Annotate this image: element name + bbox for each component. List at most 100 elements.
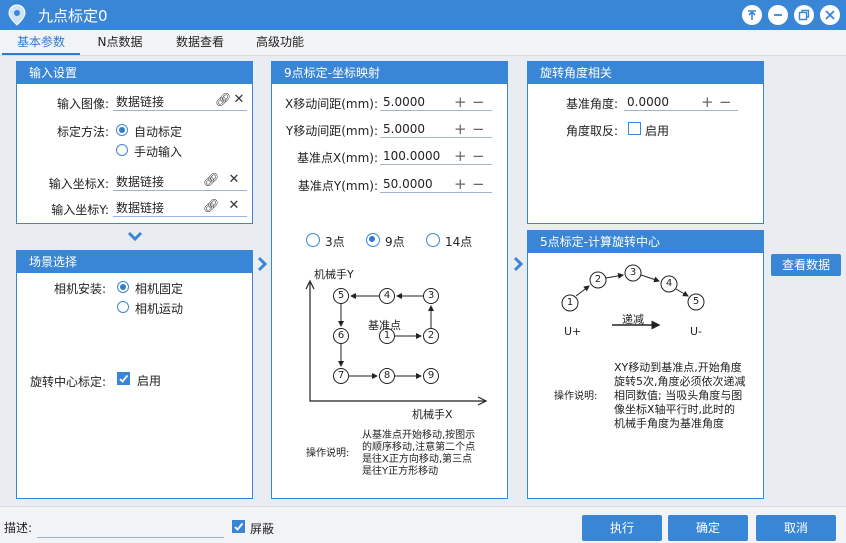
u-plus-label: U+ [564, 325, 582, 338]
clear-icon[interactable]: ✕ [227, 198, 241, 213]
camera-moving-label: 相机运动 [135, 302, 184, 316]
u-minus-label: U- [690, 325, 703, 338]
point-5-label: 5 [692, 296, 700, 307]
fourteen-point-label: 14点 [445, 235, 473, 249]
angle-invert-label: 角度取反: [565, 124, 618, 138]
increment-icon[interactable]: + [454, 122, 467, 137]
auto-calib-label: 自动标定 [134, 125, 183, 139]
nine-point-radio[interactable] [366, 233, 380, 247]
check-icon [234, 522, 244, 531]
execute-button[interactable]: 执行 [582, 515, 662, 541]
nine-point-diagram: 机械手Y 机械手X 基准点 5 4 3 6 1 2 7 8 9 操作说明: 从基… [278, 261, 502, 493]
nine-point-label: 9点 [385, 235, 405, 249]
x-step-label: X移动间距(mm): [284, 97, 378, 111]
point-3-label: 3 [629, 267, 637, 278]
tab-bar: 基本参数 N点数据 数据查看 高级功能 [0, 30, 846, 56]
point-4-label: 4 [383, 290, 391, 301]
point-7-label: 7 [337, 370, 345, 381]
note-line: 相同数值; 当吸头角度与图 [614, 389, 743, 402]
pin-top-button[interactable] [742, 5, 762, 25]
auto-calib-radio[interactable] [116, 124, 128, 136]
link-icon[interactable]: 🔗︎ [215, 93, 232, 108]
title-bar: 九点标定0 [0, 0, 846, 30]
link-icon[interactable]: 🔗︎ [203, 173, 220, 188]
note-line: 是往Y正方形移动 [362, 466, 439, 477]
note-line: 是往X正方向移动,第三点 [362, 454, 473, 465]
calib-method-label: 标定方法: [56, 125, 109, 139]
clear-icon[interactable]: ✕ [227, 172, 241, 187]
increment-icon[interactable]: + [701, 95, 714, 110]
note-title: 操作说明: [306, 448, 350, 459]
input-image-label: 输入图像: [56, 97, 109, 111]
point-5-label: 5 [337, 290, 345, 301]
nine-point-mapping-panel: 9点标定-坐标映射 X移动间距(mm): 5.0000 + − Y移动间距(mm… [271, 61, 508, 499]
note-line: 像坐标X轴平行时,此时的 [614, 403, 736, 416]
five-point-diagram: 1 2 3 4 5 递减 U+ U- 操作说明: XY移动到基准点,开始角度 旋… [534, 257, 758, 495]
note-line: XY移动到基准点,开始角度 [614, 361, 742, 374]
increment-icon[interactable]: + [454, 95, 467, 110]
point-8-label: 8 [383, 370, 391, 381]
angle-invert-enable-label: 启用 [645, 124, 670, 138]
point-6-label: 6 [337, 330, 345, 341]
tab-basic-params[interactable]: 基本参数 [2, 30, 80, 55]
map-pin-logo-icon [8, 4, 26, 26]
tab-advanced[interactable]: 高级功能 [242, 30, 318, 55]
five-point-panel: 5点标定-计算旋转中心 1 2 3 4 5 递减 U+ U- 操作说明: XY移… [527, 230, 764, 499]
note-title: 操作说明: [554, 391, 598, 402]
close-button[interactable] [820, 5, 840, 25]
minimize-button[interactable] [768, 5, 788, 25]
rotation-angle-panel: 旋转角度相关 基准角度: 0.0000 + − 角度取反: 启用 [527, 61, 764, 224]
point-4-label: 4 [665, 278, 673, 289]
camera-fixed-radio[interactable] [117, 281, 129, 293]
manual-input-label: 手动输入 [134, 145, 183, 159]
manual-input-radio[interactable] [116, 144, 128, 156]
angle-invert-checkbox[interactable] [628, 122, 641, 135]
scene-select-panel: 场景选择 相机安装: 相机固定 相机运动 旋转中心标定: 启用 [16, 250, 253, 499]
tab-n-point-data[interactable]: N点数据 [84, 30, 156, 55]
point-2-label: 2 [427, 330, 435, 341]
base-angle-label: 基准角度: [565, 97, 618, 111]
increment-icon[interactable]: + [454, 149, 467, 164]
minimize-icon [774, 14, 782, 16]
three-point-radio[interactable] [306, 233, 320, 247]
point-2-label: 2 [594, 274, 602, 285]
decrement-icon[interactable]: − [472, 149, 485, 164]
increment-icon[interactable]: + [454, 177, 467, 192]
mask-label: 屏蔽 [250, 522, 275, 536]
clear-icon[interactable]: ✕ [232, 92, 246, 107]
description-input[interactable] [37, 515, 224, 538]
link-icon[interactable]: 🔗︎ [203, 199, 220, 214]
point-1-label: 1 [383, 330, 391, 341]
point-1-label: 1 [566, 297, 574, 308]
cancel-button[interactable]: 取消 [756, 515, 836, 541]
decrement-icon[interactable]: − [472, 122, 485, 137]
confirm-button[interactable]: 确定 [668, 515, 748, 541]
rot-center-enable-label: 启用 [137, 374, 162, 388]
decrement-icon[interactable]: − [472, 95, 485, 110]
input-x-label: 输入坐标X: [48, 177, 109, 191]
camera-mount-label: 相机安装: [53, 282, 106, 296]
decrement-icon[interactable]: − [719, 95, 732, 110]
panel-title: 9点标定-坐标映射 [272, 62, 507, 84]
tab-data-view[interactable]: 数据查看 [162, 30, 238, 55]
close-icon [825, 10, 835, 20]
chevron-right-icon [257, 256, 268, 272]
note-line: 的顺序移动,注意第二个点 [362, 442, 476, 453]
view-data-button[interactable]: 查看数据 [771, 254, 841, 276]
restore-button[interactable] [794, 5, 814, 25]
restore-icon [798, 9, 810, 21]
base-x-label: 基准点X(mm): [296, 151, 378, 165]
point-3-label: 3 [427, 290, 435, 301]
point-9-label: 9 [427, 370, 435, 381]
decrement-icon[interactable]: − [472, 177, 485, 192]
robot-y-axis-label: 机械手Y [314, 268, 354, 281]
note-line: 机械手角度为基准角度 [614, 417, 724, 430]
rot-center-label: 旋转中心标定: [29, 375, 106, 389]
robot-x-axis-label: 机械手X [412, 408, 453, 421]
camera-moving-radio[interactable] [117, 301, 129, 313]
note-line: 从基准点开始移动,按图示 [362, 430, 476, 441]
fourteen-point-radio[interactable] [426, 233, 440, 247]
input-settings-panel: 输入设置 输入图像: 数据链接 🔗︎ ✕ 标定方法: 自动标定 手动输入 输入坐… [16, 61, 253, 224]
mask-checkbox[interactable] [232, 520, 245, 533]
rot-center-checkbox[interactable] [117, 372, 130, 385]
